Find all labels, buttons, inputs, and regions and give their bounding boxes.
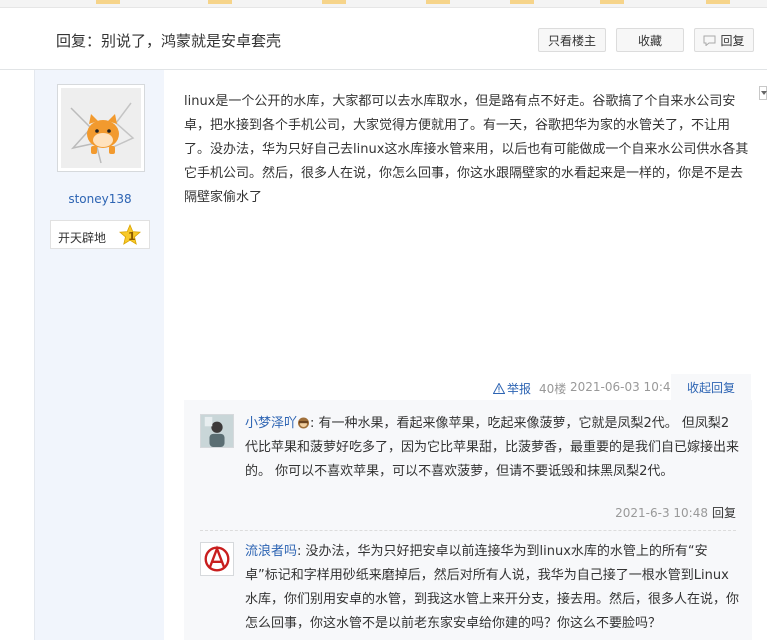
author-avatar[interactable]	[57, 84, 145, 172]
speech-bubble-icon	[703, 35, 716, 46]
top-strip-segment	[208, 0, 232, 4]
reply-button[interactable]: 回复	[694, 28, 754, 52]
favorite-button[interactable]: 收藏	[616, 28, 684, 52]
monkey-emoji-icon	[298, 417, 310, 429]
level-name: 开天辟地	[58, 231, 107, 245]
reply-button-label: 回复	[720, 33, 745, 48]
anarchy-avatar-icon[interactable]	[200, 542, 234, 576]
reply-user-avatar[interactable]	[200, 414, 234, 448]
top-strip-segment	[600, 0, 624, 4]
author-level: 开天辟地 1	[50, 220, 150, 249]
reply-divider	[200, 530, 736, 531]
report-link[interactable]: 举报	[493, 380, 531, 396]
reply-text-1: 小梦泽吖: 有一种水果，看起来像苹果，吃起来像菠萝，它就是凤梨2代。 但凤梨2代…	[245, 412, 740, 484]
dropdown-arrow-icon[interactable]	[759, 86, 767, 100]
reply-username[interactable]: 小梦泽吖	[245, 416, 297, 431]
reply-reply-link[interactable]: 回复	[712, 506, 736, 520]
reply-list: 小梦泽吖: 有一种水果，看起来像苹果，吃起来像菠萝，它就是凤梨2代。 但凤梨2代…	[184, 400, 752, 640]
top-strip-segment	[706, 0, 730, 4]
reply-text-2: 流浪者吗: 没办法，华为只好把安卓以前连接华为到linux水库的水管上的所有“安…	[245, 540, 740, 636]
author-username[interactable]: stoney138	[35, 192, 165, 206]
floor-number: 40楼	[539, 382, 567, 396]
only-op-button[interactable]: 只看楼主	[538, 28, 606, 52]
post-content: linux是一个公开的水库，大家都可以去水库取水，但是路有点不好走。谷歌搞了个自…	[184, 94, 749, 205]
top-strip-segment	[426, 0, 450, 4]
reply-body: : 没办法，华为只好把安卓以前连接华为到linux水库的水管上的所有“安卓”标记…	[245, 544, 740, 631]
thread-title: 回复：别说了，鸿蒙就是安卓套壳	[56, 32, 282, 50]
collapse-replies-button[interactable]: 收起回复	[671, 374, 751, 400]
author-sidebar: stoney138 开天辟地 1	[34, 70, 164, 640]
reply-time: 2021-6-3 10:48	[615, 506, 708, 520]
reply-meta: 2021-6-3 10:48 回复	[200, 504, 736, 521]
top-strip-segment	[322, 0, 346, 4]
top-strip-segment	[96, 0, 120, 4]
thread-header: 回复：别说了，鸿蒙就是安卓套壳 只看楼主 收藏 回复	[0, 8, 767, 70]
report-label: 举报	[507, 381, 532, 396]
warning-icon	[493, 382, 505, 394]
reply-body: : 有一种水果，看起来像苹果，吃起来像菠萝，它就是凤梨2代。 但凤梨2代比苹果和…	[245, 416, 740, 479]
level-number: 1	[128, 230, 136, 243]
top-strip	[0, 0, 767, 8]
cat-avatar-icon	[61, 88, 141, 168]
post-time: 2021-06-03 10:45	[570, 380, 679, 394]
top-strip-segment	[510, 0, 534, 4]
reply-username[interactable]: 流浪者吗	[245, 544, 297, 559]
